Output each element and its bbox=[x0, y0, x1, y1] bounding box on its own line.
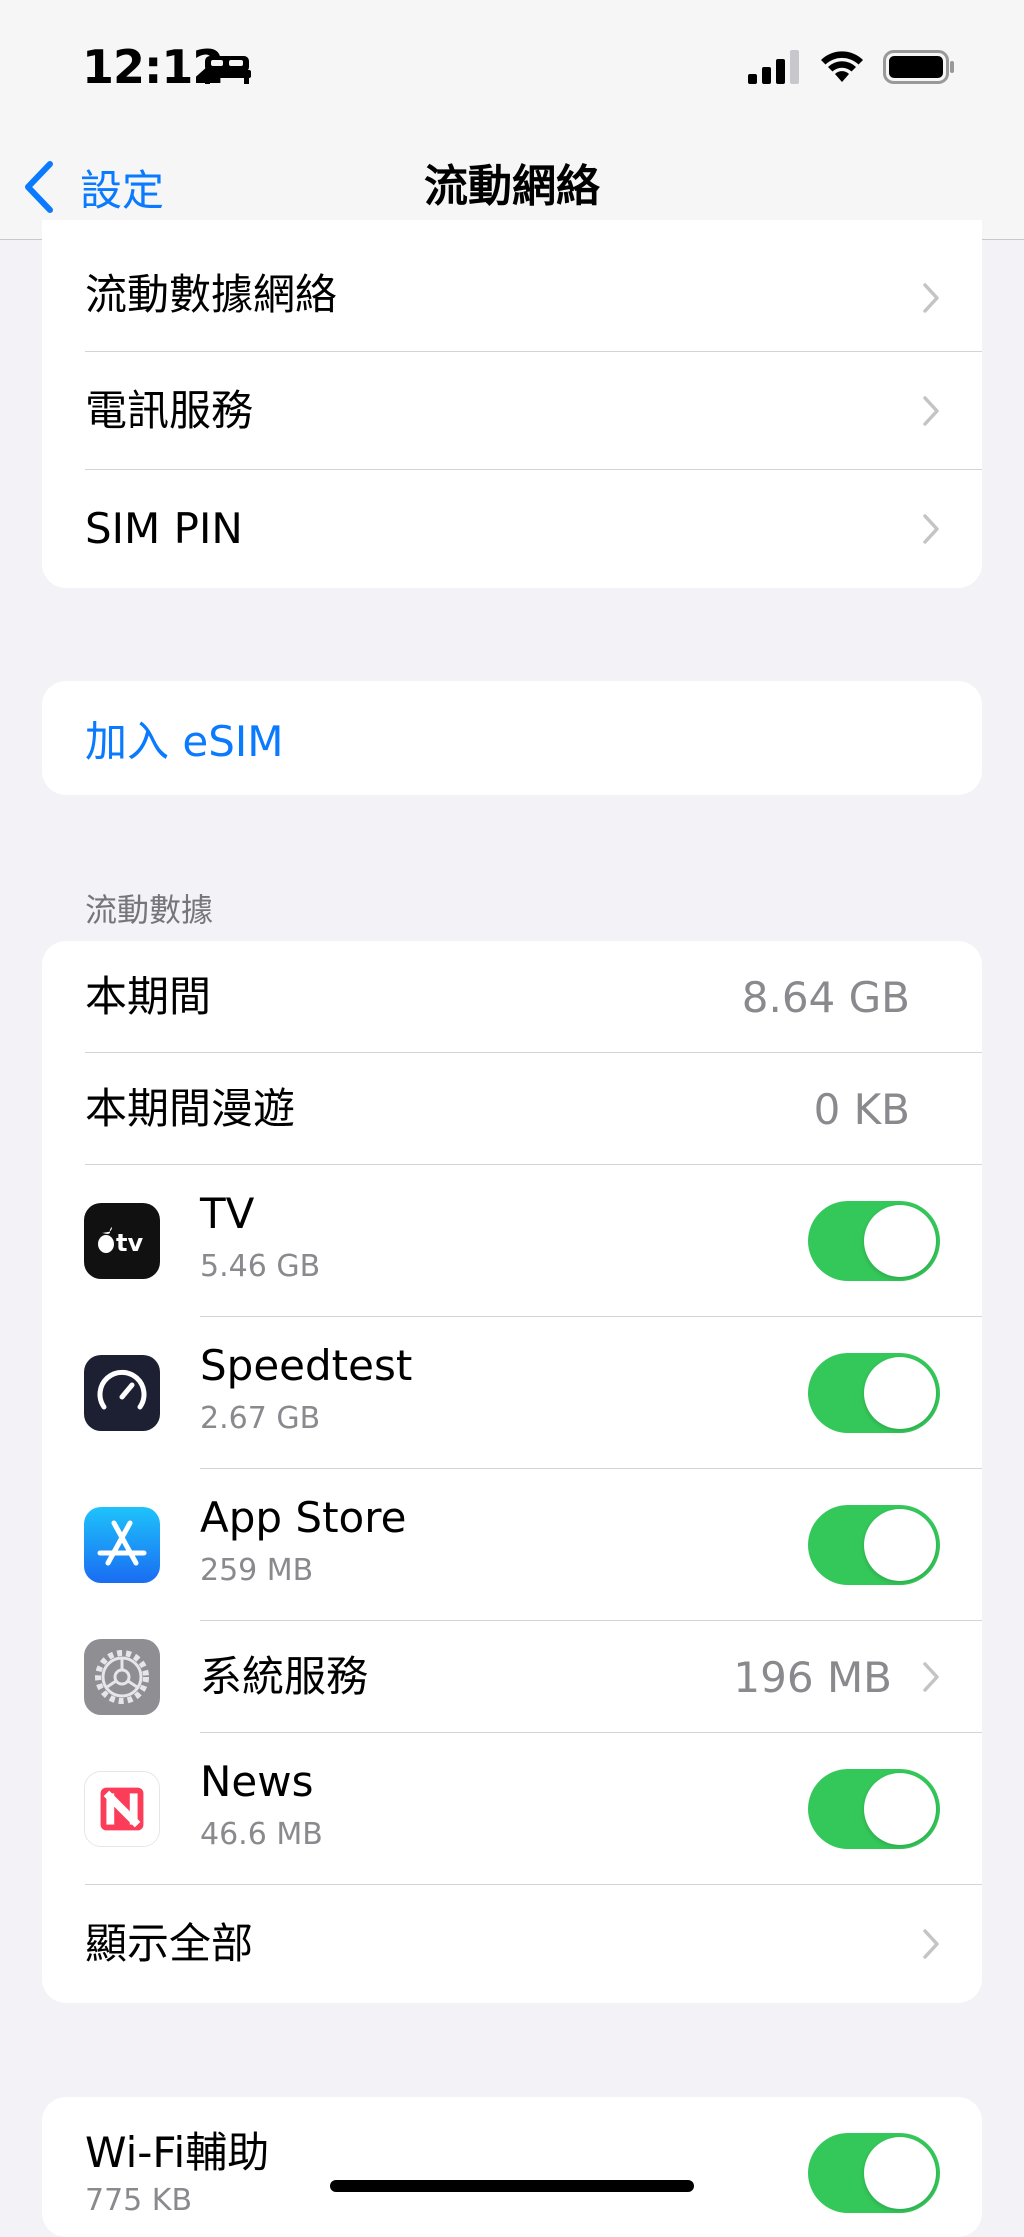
status-bar: 12:12 bbox=[0, 0, 1024, 135]
app-usage: 259 MB bbox=[200, 1553, 314, 1588]
add-esim-button[interactable]: 加入 eSIM bbox=[42, 681, 982, 795]
speedtest-icon bbox=[84, 1355, 160, 1431]
row-current-period-roaming: 本期間漫遊 0 KB bbox=[42, 1053, 982, 1165]
chevron-right-icon bbox=[923, 1662, 939, 1692]
row-usage: 775 KB bbox=[85, 2183, 193, 2218]
row-label: 系統服務 bbox=[200, 1652, 369, 1701]
app-usage: 5.46 GB bbox=[200, 1249, 321, 1284]
wifi-icon bbox=[821, 51, 863, 82]
row-value: 8.64 GB bbox=[741, 972, 910, 1022]
speedtest-cellular-toggle[interactable] bbox=[808, 1353, 940, 1433]
svg-text:tv: tv bbox=[116, 1229, 143, 1257]
app-row-speedtest: Speedtest 2.67 GB bbox=[42, 1317, 982, 1469]
row-current-period: 本期間 8.64 GB bbox=[42, 941, 982, 1053]
app-name: App Store bbox=[200, 1493, 407, 1542]
tv-cellular-toggle[interactable] bbox=[808, 1201, 940, 1281]
row-carrier-services[interactable]: 電訊服務 bbox=[42, 352, 982, 470]
row-label: Wi-Fi輔助 bbox=[85, 2128, 270, 2177]
app-store-icon bbox=[84, 1507, 160, 1583]
row-wifi-assist: Wi-Fi輔助 775 KB bbox=[42, 2097, 982, 2237]
toggle-knob bbox=[864, 1773, 936, 1845]
apple-tv-icon: tv bbox=[84, 1203, 160, 1279]
row-show-all[interactable]: 顯示全部 bbox=[42, 1885, 982, 2003]
row-label: 本期間 bbox=[85, 972, 212, 1021]
chevron-right-icon bbox=[923, 1929, 939, 1959]
chevron-right-icon bbox=[923, 283, 939, 313]
news-cellular-toggle[interactable] bbox=[808, 1769, 940, 1849]
cellular-data-group: 本期間 8.64 GB 本期間漫遊 0 KB tv TV 5.46 GB Spe… bbox=[42, 941, 982, 2003]
wifi-assist-toggle[interactable] bbox=[808, 2133, 940, 2213]
app-row-tv: tv TV 5.46 GB bbox=[42, 1165, 982, 1317]
app-name: Speedtest bbox=[200, 1341, 413, 1390]
app-row-app-store: App Store 259 MB bbox=[42, 1469, 982, 1621]
app-name: TV bbox=[200, 1189, 255, 1238]
app-store-cellular-toggle[interactable] bbox=[808, 1505, 940, 1585]
chevron-right-icon bbox=[923, 396, 939, 426]
section-header-cellular-data: 流動數據 bbox=[85, 891, 214, 929]
row-label: 流動數據網絡 bbox=[85, 270, 338, 319]
home-indicator[interactable] bbox=[330, 2180, 694, 2192]
esim-group: 加入 eSIM bbox=[42, 681, 982, 795]
page-title: 流動網絡 bbox=[424, 161, 600, 212]
row-value: 196 MB bbox=[733, 1652, 892, 1702]
row-label: 本期間漫遊 bbox=[85, 1084, 296, 1133]
app-usage: 46.6 MB bbox=[200, 1817, 323, 1852]
app-row-news: News 46.6 MB bbox=[42, 1733, 982, 1885]
settings-gear-icon bbox=[84, 1639, 160, 1715]
row-sim-pin[interactable]: SIM PIN bbox=[42, 470, 982, 588]
toggle-knob bbox=[864, 1357, 936, 1429]
news-icon bbox=[84, 1771, 160, 1847]
cellular-settings-group: 流動數據網絡 電訊服務 SIM PIN bbox=[42, 220, 982, 588]
toggle-knob bbox=[864, 1509, 936, 1581]
row-cellular-data-network[interactable]: 流動數據網絡 bbox=[42, 220, 982, 352]
app-usage: 2.67 GB bbox=[200, 1401, 321, 1436]
row-label: SIM PIN bbox=[85, 504, 243, 553]
add-esim-label: 加入 eSIM bbox=[85, 716, 284, 766]
cellular-signal-icon bbox=[748, 50, 799, 84]
row-label: 顯示全部 bbox=[85, 1919, 254, 1968]
sleep-bed-icon bbox=[203, 56, 251, 84]
chevron-right-icon bbox=[923, 514, 939, 544]
toggle-knob bbox=[864, 1205, 936, 1277]
app-name: News bbox=[200, 1757, 314, 1806]
toggle-knob bbox=[864, 2137, 936, 2209]
wifi-assist-group: Wi-Fi輔助 775 KB bbox=[42, 2097, 982, 2237]
row-system-services[interactable]: 系統服務 196 MB bbox=[42, 1621, 982, 1733]
row-value: 0 KB bbox=[813, 1084, 910, 1134]
battery-icon bbox=[883, 50, 954, 84]
row-label: 電訊服務 bbox=[85, 386, 254, 435]
